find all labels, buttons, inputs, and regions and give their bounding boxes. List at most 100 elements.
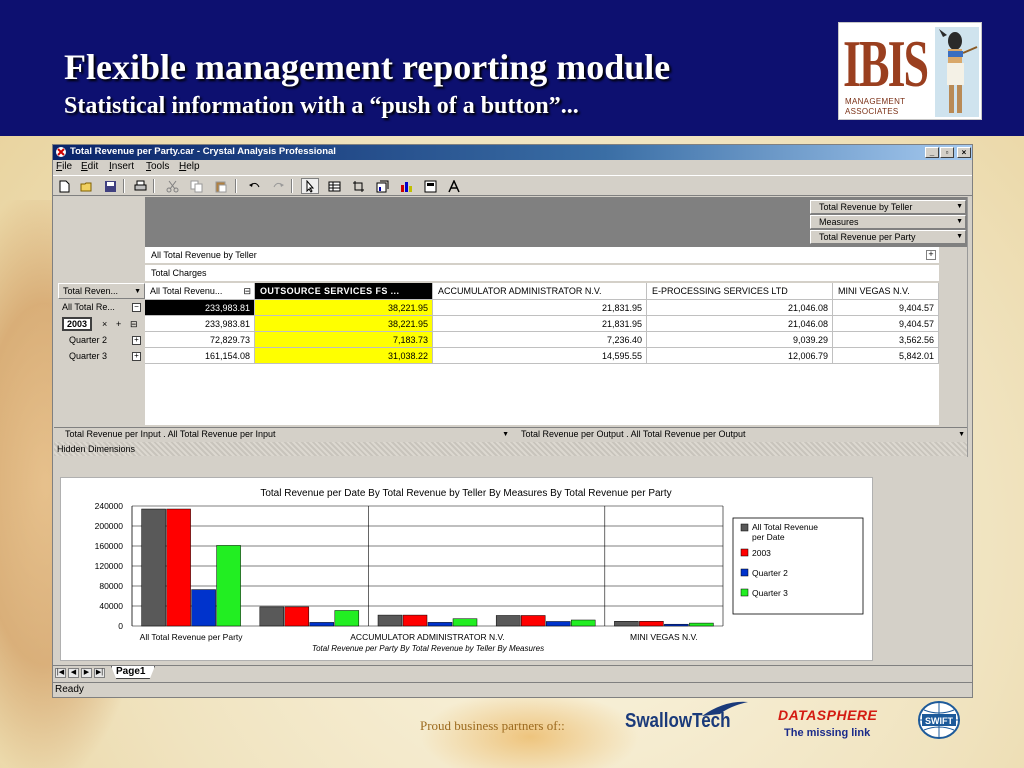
cell-all-outsource[interactable]: 38,221.95 [255, 300, 433, 316]
grid-icon[interactable] [325, 178, 343, 194]
row-label-q2-text: Quarter 2 [69, 335, 108, 345]
bar-2-1 [309, 622, 335, 627]
cell-2003-outsource[interactable]: 38,221.95 [255, 316, 433, 332]
chart-crop-icon[interactable] [349, 178, 367, 194]
cell-2003-total[interactable]: 233,983.81 [145, 316, 255, 332]
partners-text: Proud business partners of:: [420, 718, 565, 733]
column-header-eprocessing[interactable]: E-PROCESSING SERVICES LTD [647, 283, 833, 300]
cell-all-eprocessing[interactable]: 21,046.08 [647, 300, 833, 316]
expand-icon[interactable]: + [132, 336, 141, 345]
menu-insert[interactable]: Insert [109, 161, 134, 172]
cell-q3-eprocessing[interactable]: 12,006.79 [647, 348, 833, 364]
menu-edit[interactable]: Edit [81, 161, 98, 172]
menu-help[interactable]: Help [179, 161, 200, 172]
bar-3-4 [689, 622, 714, 627]
cell-q2-outsource[interactable]: 7,183.73 [255, 332, 433, 348]
cell-all-accumulator[interactable]: 21,831.95 [433, 300, 647, 316]
pointer-icon[interactable] [301, 178, 319, 194]
filter-measures-dropdown[interactable]: Measures ▼ [810, 215, 966, 229]
chart-wizard-icon[interactable] [373, 178, 391, 194]
column-header-minivegas[interactable]: MINI VEGAS N.V. [833, 283, 939, 300]
menu-edit-key: E [81, 161, 88, 172]
new-icon[interactable] [55, 178, 73, 194]
dropdown-arrow-icon: ▼ [956, 203, 963, 210]
cell-2003-minivegas[interactable]: 9,404.57 [833, 316, 939, 332]
collapse-icon[interactable]: ⊟ [130, 317, 138, 332]
output-dimension-dropdown[interactable]: Total Revenue per Output . All Total Rev… [512, 429, 967, 441]
crystal-app-icon [56, 147, 66, 157]
cell-q3-accumulator[interactable]: 14,595.55 [433, 348, 647, 364]
save-icon[interactable] [101, 178, 119, 194]
window-titlebar[interactable]: Total Revenue per Party.car - Crystal An… [53, 145, 972, 160]
bar-0-2 [377, 614, 403, 627]
window-title: Total Revenue per Party.car - Crystal An… [70, 146, 336, 157]
cell-2003-accumulator[interactable]: 21,831.95 [433, 316, 647, 332]
row-label-all[interactable]: All Total Re... − [58, 300, 145, 316]
print-icon[interactable] [131, 178, 149, 194]
cell-all-total[interactable]: 233,983.81 [145, 300, 255, 316]
cut-icon[interactable] [163, 178, 181, 194]
expand-icon[interactable]: + [132, 352, 141, 361]
legend-swatch [740, 568, 749, 577]
text-icon[interactable] [445, 178, 463, 194]
cell-2003-eprocessing[interactable]: 21,046.08 [647, 316, 833, 332]
next-page-icon[interactable]: ▶ [81, 668, 92, 678]
filter-party-dropdown[interactable]: Total Revenue per Party ▼ [810, 230, 966, 244]
chart-title: Total Revenue per Date By Total Revenue … [260, 488, 671, 499]
collapse-icon[interactable]: − [132, 303, 141, 312]
last-page-icon[interactable]: ▶| [94, 668, 105, 678]
collapse-icon[interactable]: ⊟ [243, 283, 251, 299]
input-dimension-dropdown[interactable]: Total Revenue per Input . All Total Reve… [56, 429, 511, 441]
data-icon[interactable] [421, 178, 439, 194]
sheet-tab-page1[interactable]: Page1 [111, 666, 155, 679]
bar-chart-icon[interactable] [397, 178, 415, 194]
cell-q2-total[interactable]: 72,829.73 [145, 332, 255, 348]
copy-icon[interactable] [187, 178, 205, 194]
cell-all-minivegas[interactable]: 9,404.57 [833, 300, 939, 316]
menu-file[interactable]: File [56, 161, 72, 172]
menu-tools[interactable]: Tools [146, 161, 169, 172]
filter-teller-dropdown[interactable]: Total Revenue by Teller ▼ [810, 200, 966, 214]
legend-label: All Total Revenue [752, 522, 818, 532]
y-tick-label: 80000 [99, 581, 123, 591]
row-label-2003[interactable]: 2003 × + ⊟ [58, 317, 145, 333]
row-label-q2[interactable]: Quarter 2 + [58, 333, 145, 349]
legend-label-cont: per Date [752, 532, 785, 542]
add-icon[interactable]: + [116, 317, 121, 332]
expand-icon[interactable]: + [926, 250, 936, 260]
vertical-scrollbar[interactable] [967, 197, 971, 457]
crystal-analysis-window: Total Revenue per Party.car - Crystal An… [52, 144, 973, 698]
undo-icon[interactable] [245, 178, 263, 194]
cell-q2-eprocessing[interactable]: 9,039.29 [647, 332, 833, 348]
corner-header[interactable]: All Total Revenu... ⊟ [145, 283, 255, 300]
first-page-icon[interactable]: |◀ [55, 668, 66, 678]
column-header-outsource[interactable]: OUTSOURCE SERVICES FS ... [255, 283, 433, 300]
remove-icon[interactable]: × [102, 317, 107, 332]
minimize-button[interactable]: _ [925, 147, 939, 158]
column-dimension-teller[interactable]: All Total Revenue by Teller + [145, 247, 939, 264]
column-header-accumulator[interactable]: ACCUMULATOR ADMINISTRATOR N.V. [433, 283, 647, 300]
legend-swatch [740, 588, 749, 597]
slide-subtitle: Statistical information with a “push of … [64, 93, 579, 119]
cell-q3-total[interactable]: 161,154.08 [145, 348, 255, 364]
datasphere-logo: DATASPHERE [778, 707, 878, 723]
cell-q3-outsource[interactable]: 31,038.22 [255, 348, 433, 364]
cell-q2-accumulator[interactable]: 7,236.40 [433, 332, 647, 348]
cell-q3-minivegas[interactable]: 5,842.01 [833, 348, 939, 364]
chart-panel[interactable]: Total Revenue per Date By Total Revenue … [60, 477, 873, 661]
swift-logo: SWIFT [918, 701, 960, 739]
toolbar-separator [123, 179, 125, 193]
paste-icon[interactable] [211, 178, 229, 194]
cell-q2-minivegas[interactable]: 3,562.56 [833, 332, 939, 348]
prev-page-icon[interactable]: ◀ [68, 668, 79, 678]
redo-icon[interactable] [269, 178, 287, 194]
row-dimension-button[interactable]: Total Reven... ▼ [58, 283, 145, 299]
restore-button[interactable]: ▫ [940, 147, 954, 158]
close-button[interactable]: × [957, 147, 971, 158]
row-label-q3[interactable]: Quarter 3 + [58, 349, 145, 365]
menu-edit-rest: dit [87, 161, 99, 172]
hidden-dimensions-bar[interactable]: Hidden Dimensions [54, 442, 967, 456]
input-dimension-label: Total Revenue per Input . All Total Reve… [65, 429, 276, 439]
x-tick-label: ACCUMULATOR ADMINISTRATOR N.V. [350, 632, 504, 642]
open-icon[interactable] [77, 178, 95, 194]
